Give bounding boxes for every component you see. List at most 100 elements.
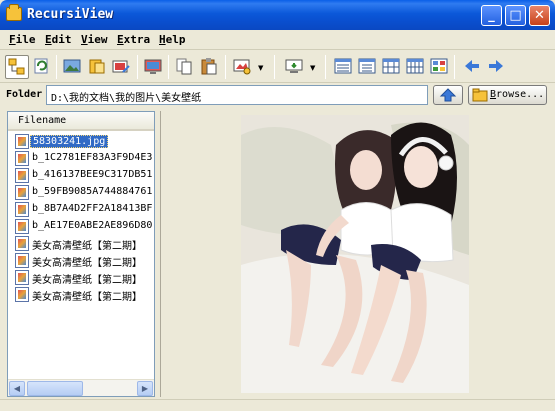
toolbar-separator (325, 55, 326, 79)
back-arrow-icon (465, 60, 479, 72)
view-grid-icon (406, 58, 424, 74)
view-columns-button[interactable] (381, 56, 401, 76)
scroll-left-button[interactable]: ◀ (9, 381, 25, 396)
file-row[interactable]: b_59FB9085A744884761 (8, 184, 154, 201)
file-row[interactable]: 美女高清壁纸【第二期】 (8, 269, 154, 286)
photo-illustration (241, 115, 469, 393)
toolbar-separator (56, 55, 57, 79)
back-button[interactable] (462, 56, 482, 76)
close-button[interactable]: ✕ (529, 5, 550, 26)
file-list-panel: Filename 58303241.jpg b_1C2781EF83A3F9D4… (7, 111, 155, 397)
file-name: 58303241.jpg (30, 135, 109, 148)
app-folder-icon (6, 4, 22, 21)
filename-column-header[interactable]: Filename (8, 112, 154, 131)
toolbar-separator (274, 55, 275, 79)
copy-button[interactable] (174, 56, 194, 76)
screen-button[interactable] (284, 56, 304, 76)
image-settings-dropdown-icon[interactable]: ▼ (258, 64, 263, 72)
folder-open-icon (89, 59, 105, 74)
preview-image (241, 115, 469, 393)
view-thumbnails-icon (430, 58, 448, 74)
maximize-icon: □ (509, 8, 522, 23)
image-file-icon (15, 168, 29, 183)
monitor-icon (144, 59, 162, 74)
forward-button[interactable] (486, 56, 506, 76)
menu-file[interactable]: File (9, 33, 36, 46)
file-name: b_8B7A4D2FF2A18413BF (32, 203, 153, 214)
monitor-button[interactable] (143, 56, 163, 76)
view-details-button[interactable] (333, 56, 353, 76)
refresh-button[interactable] (31, 56, 51, 76)
screen-icon (285, 59, 303, 73)
file-list: 58303241.jpg b_1C2781EF83A3F9D4E3 b_4161… (8, 133, 154, 380)
folder-icon (472, 88, 488, 102)
file-row[interactable]: b_8B7A4D2FF2A18413BF (8, 201, 154, 218)
forward-arrow-icon (489, 60, 503, 72)
image-file-icon (15, 185, 29, 200)
folder-bar: Folder D:\我的文档\我的图片\美女壁纸 Browse... (0, 84, 555, 106)
refresh-icon (34, 58, 48, 74)
scroll-left-icon: ◀ (13, 384, 21, 393)
menu-edit[interactable]: Edit (45, 33, 72, 46)
file-name: 美女高清壁纸【第二期】 (32, 241, 142, 252)
up-arrow-icon (439, 88, 457, 102)
tree-view-icon (8, 58, 25, 75)
minimize-button[interactable]: _ (481, 5, 502, 26)
view-grid-button[interactable] (405, 56, 425, 76)
view-thumbnails-button[interactable] (429, 56, 449, 76)
image-edit-button[interactable] (111, 56, 131, 76)
title-bar[interactable]: RecursiView _ □ ✕ (0, 0, 555, 30)
browse-button[interactable]: Browse... (468, 85, 547, 105)
status-bar (0, 399, 555, 411)
screen-dropdown-icon[interactable]: ▼ (310, 64, 315, 72)
file-row[interactable]: b_AE17E0ABE2AE896D80 (8, 218, 154, 235)
toolbar: ▼ ▼ (0, 51, 555, 83)
view-list-button[interactable] (357, 56, 377, 76)
paste-button[interactable] (199, 56, 219, 76)
image-file-icon (15, 219, 29, 234)
file-name: b_59FB9085A744884761 (32, 186, 153, 197)
image-file-icon (15, 287, 29, 302)
minimize-icon: _ (488, 8, 495, 23)
file-row[interactable]: 美女高清壁纸【第二期】 (8, 286, 154, 303)
file-row[interactable]: 美女高清壁纸【第二期】 (8, 252, 154, 269)
file-name: 美女高清壁纸【第二期】 (32, 292, 142, 303)
window-title: RecursiView (27, 7, 114, 22)
image-view-button[interactable] (62, 56, 82, 76)
file-row[interactable]: b_1C2781EF83A3F9D4E3 (8, 150, 154, 167)
image-edit-icon (112, 60, 130, 73)
menu-bar: File Edit View Extra Help (0, 30, 555, 50)
scrollbar-thumb[interactable] (27, 381, 83, 396)
horizontal-scrollbar[interactable]: ◀ ▶ (8, 379, 154, 396)
paste-icon (201, 58, 217, 75)
browse-label: Browse... (490, 89, 545, 100)
image-settings-button[interactable] (232, 56, 252, 76)
file-row[interactable]: 美女高清壁纸【第二期】 (8, 235, 154, 252)
scroll-right-icon: ▶ (141, 384, 149, 393)
folder-label: Folder (6, 89, 43, 100)
image-file-icon (15, 253, 29, 268)
menu-help[interactable]: Help (159, 33, 186, 46)
toolbar-separator (225, 55, 226, 79)
folder-open-button[interactable] (87, 56, 107, 76)
scroll-right-button[interactable]: ▶ (137, 381, 153, 396)
view-list-icon (358, 58, 376, 74)
image-file-icon (15, 202, 29, 217)
file-name: 美女高清壁纸【第二期】 (32, 258, 142, 269)
image-file-icon (15, 151, 29, 166)
maximize-button[interactable]: □ (505, 5, 526, 26)
folder-path-input[interactable]: D:\我的文档\我的图片\美女壁纸 (46, 85, 428, 105)
image-file-icon (15, 236, 29, 251)
filename-header-label: Filename (18, 115, 67, 126)
menu-extra[interactable]: Extra (117, 33, 150, 46)
tree-view-button[interactable] (5, 55, 29, 79)
folder-up-button[interactable] (433, 85, 463, 105)
file-row-selected[interactable]: 58303241.jpg (8, 133, 154, 150)
file-name: b_1C2781EF83A3F9D4E3 (32, 152, 153, 163)
copy-icon (176, 58, 192, 75)
image-file-icon (15, 134, 29, 149)
file-name: 美女高清壁纸【第二期】 (32, 275, 142, 286)
menu-view[interactable]: View (81, 33, 108, 46)
file-row[interactable]: b_416137BEE9C317DB51 (8, 167, 154, 184)
image-settings-icon (233, 59, 251, 75)
